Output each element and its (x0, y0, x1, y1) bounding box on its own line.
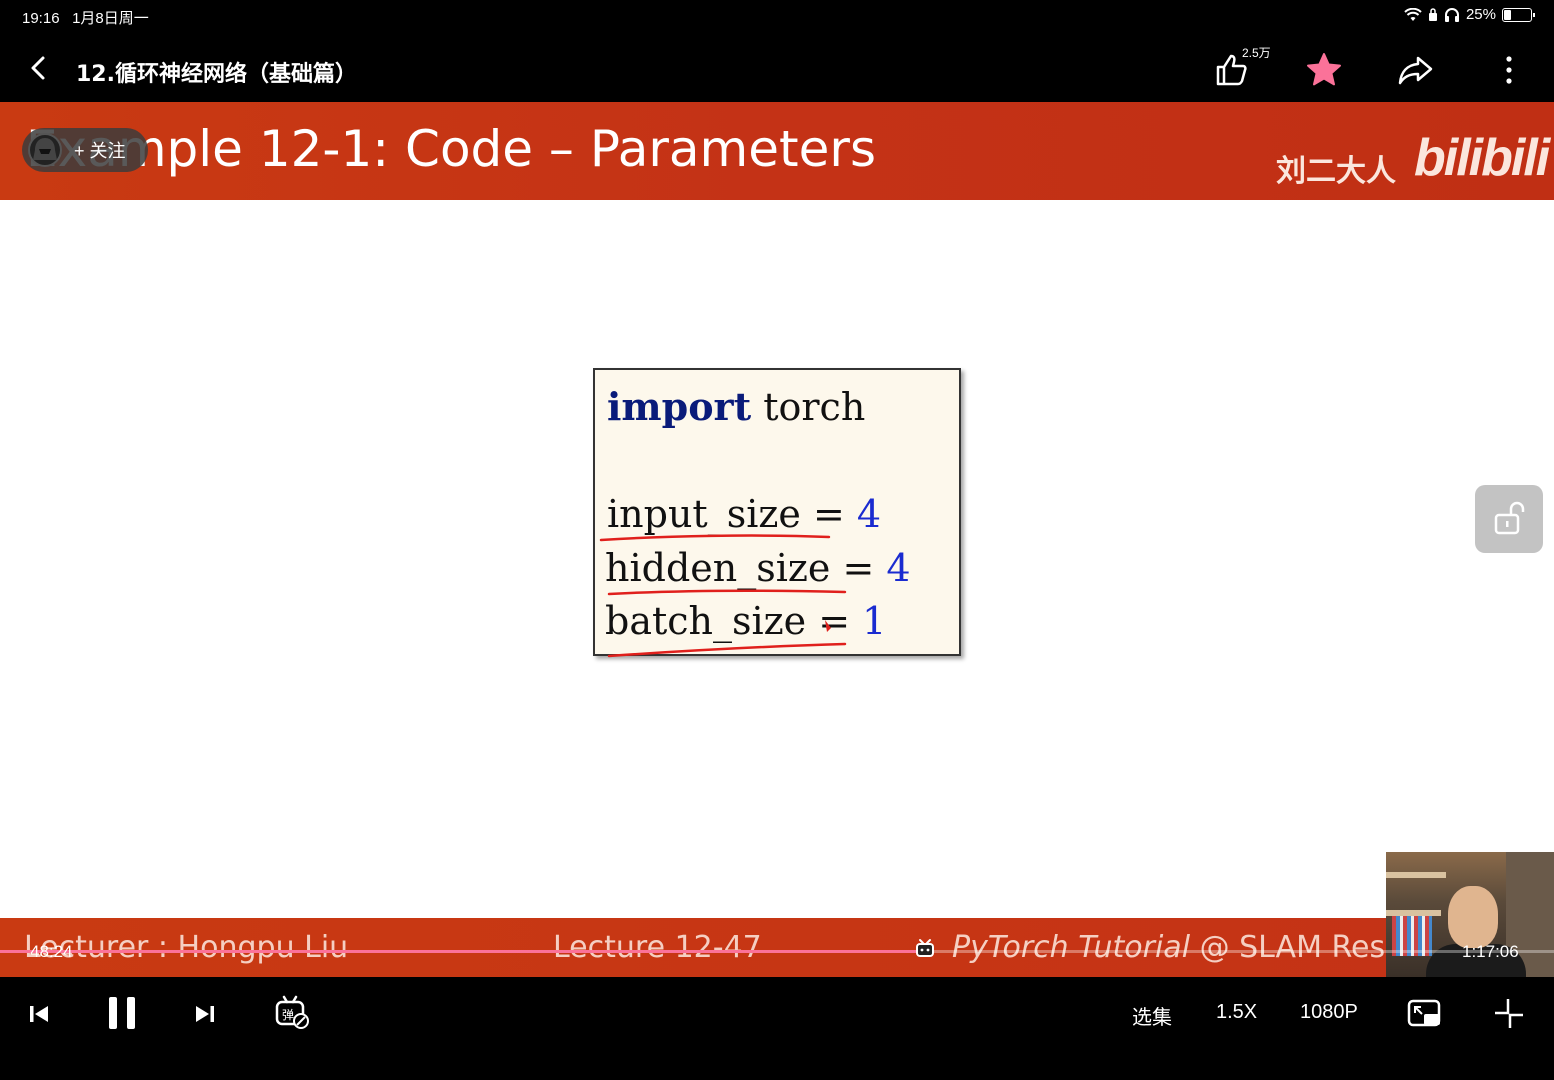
skip-previous-icon (30, 1006, 48, 1022)
favorite-button[interactable] (1304, 50, 1344, 90)
chevron-left-icon (31, 56, 45, 80)
pause-icon (109, 997, 135, 1029)
skip-next-icon (196, 1006, 214, 1022)
share-arrow-icon (1398, 56, 1433, 85)
quality-button[interactable]: 1080P (1300, 1001, 1358, 1024)
headphones-icon (1444, 7, 1459, 22)
status-bar: 19:16 1月8日周一 25% (0, 0, 1554, 32)
bilibili-tv-thumb-icon (915, 939, 934, 957)
video-title: 12.循环神经网络（基础篇） (76, 62, 357, 87)
lock-orientation-icon (1428, 7, 1437, 21)
danmaku-toggle[interactable]: 弹 (274, 995, 310, 1036)
slide-header: Example 12-1: Code – Parameters + 关注 刘二大… (0, 102, 1554, 200)
footer-lecturer: Lecturer : Hongpu Liu (24, 930, 349, 965)
unlock-icon (1494, 501, 1525, 535)
progress-thumb[interactable] (914, 938, 936, 960)
darth-helmet-icon (33, 138, 57, 160)
danmaku-off-icon: 弹 (275, 995, 309, 1029)
more-button[interactable] (1490, 50, 1530, 90)
back-button[interactable] (22, 52, 54, 84)
annotation-underlines (599, 534, 847, 658)
star-icon (1307, 53, 1341, 86)
control-bar: 弹 选集 1.5X 1080P (0, 977, 1554, 1080)
status-time: 19:16 1月8日周一 (22, 10, 149, 27)
lecturer-face (1448, 886, 1498, 948)
follow-button[interactable]: + 关注 (22, 128, 148, 172)
exit-fullscreen-button[interactable] (1492, 997, 1526, 1036)
picture-in-picture-button[interactable] (1406, 997, 1444, 1036)
progress-bar[interactable] (0, 939, 1554, 957)
video-player[interactable]: Example 12-1: Code – Parameters + 关注 刘二大… (0, 102, 1554, 977)
status-indicators: 25% (1404, 6, 1535, 23)
pip-icon (1407, 999, 1441, 1027)
more-vertical-icon (1506, 56, 1512, 84)
bilibili-logo: bilibili (1414, 129, 1550, 187)
svg-text:弹: 弹 (282, 1008, 294, 1022)
episodes-button[interactable]: 选集 (1132, 1001, 1172, 1030)
next-button[interactable] (192, 1001, 218, 1032)
current-time: 48:24 (30, 942, 73, 961)
footer-lecture-number: Lecture 12-47 (553, 930, 762, 965)
code-block: import torch input_size = 4 hidden_size … (593, 368, 961, 658)
previous-button[interactable] (26, 1001, 52, 1032)
total-time: 1:17:06 (1462, 942, 1519, 961)
slide-footer: Lecturer : Hongpu Liu Lecture 12-47 PyTo… (0, 918, 1554, 977)
speed-button[interactable]: 1.5X (1216, 1001, 1257, 1024)
battery-percent: 25% (1465, 6, 1496, 23)
slide-title: Example 12-1: Code – Parameters (26, 120, 876, 178)
progress-fill (0, 950, 925, 953)
like-count: 2.5万 (1242, 46, 1271, 60)
screen-lock-button[interactable] (1475, 485, 1543, 553)
share-button[interactable] (1396, 50, 1436, 90)
status-date: 1月8日周一 (72, 10, 149, 27)
follow-label: + 关注 (74, 141, 126, 161)
top-nav: 12.循环神经网络（基础篇） 2.5万 (0, 32, 1554, 102)
uploader-avatar (28, 133, 62, 167)
pause-button[interactable] (106, 995, 138, 1036)
exit-fullscreen-icon (1495, 999, 1523, 1028)
uploader-watermark: 刘二大人 (1276, 155, 1396, 188)
battery-icon (1502, 7, 1535, 22)
footer-course: PyTorch Tutorial @ SLAM Resea (952, 930, 1422, 965)
wifi-icon (1404, 7, 1422, 21)
